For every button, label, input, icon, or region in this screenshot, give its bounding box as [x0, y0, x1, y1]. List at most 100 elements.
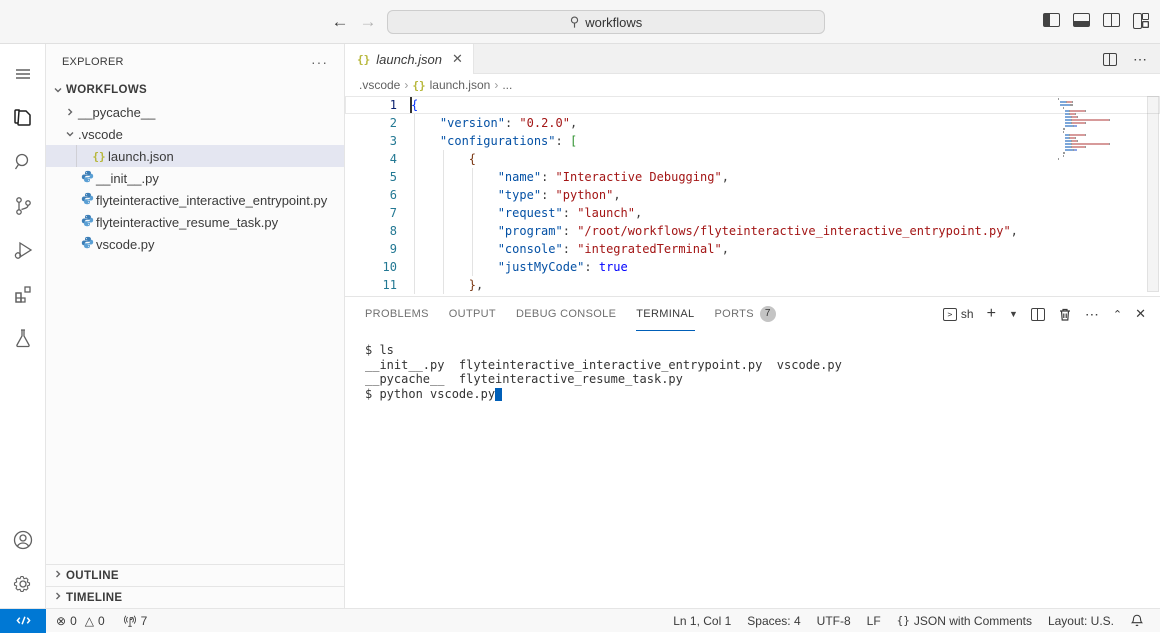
panel-tab-terminal[interactable]: TERMINAL: [636, 297, 694, 331]
tree-item-label: flyteinteractive_resume_task.py: [96, 215, 278, 230]
panel-tab-output[interactable]: OUTPUT: [449, 297, 496, 331]
ports-count: 7: [141, 614, 148, 628]
warnings-icon: △: [85, 614, 94, 628]
breadcrumb-label: ...: [502, 78, 512, 92]
tree-item-vscode-py[interactable]: vscode.py: [46, 233, 344, 255]
back-arrow-icon[interactable]: ←: [330, 12, 350, 32]
extensions-icon[interactable]: [0, 272, 46, 316]
maximize-panel-icon[interactable]: ⌃: [1113, 308, 1122, 321]
chevron-down-icon: [50, 83, 66, 98]
tab-strip: {} launch.json ✕ ⋯: [345, 44, 1160, 74]
customize-layout-icon[interactable]: [1133, 13, 1150, 27]
split-terminal-icon[interactable]: [1031, 308, 1045, 321]
tab-launch-json[interactable]: {} launch.json ✕: [345, 44, 474, 74]
warnings-count: 0: [98, 614, 105, 628]
code-line-5: 5 "name": "Interactive Debugging",: [345, 168, 1160, 186]
command-center-search[interactable]: ⚲ workflows: [387, 10, 825, 34]
code-line-4: 4 {: [345, 150, 1160, 168]
breadcrumb-label: .vscode: [359, 78, 400, 92]
tree-item--vscode[interactable]: .vscode: [46, 123, 344, 145]
ports-status[interactable]: 7: [117, 609, 154, 633]
json-file-icon: {}: [412, 79, 425, 92]
editor-content[interactable]: 1{2 "version": "0.2.0",3 "configurations…: [345, 96, 1160, 296]
chevron-right-icon: [62, 105, 78, 120]
status-label: JSON with Comments: [914, 614, 1032, 628]
toggle-secondary-sidebar-icon[interactable]: [1103, 13, 1120, 27]
status-lf[interactable]: LF: [859, 609, 889, 633]
activity-bar: [0, 44, 46, 608]
close-panel-icon[interactable]: ✕: [1135, 306, 1146, 322]
terminal-line: $ ls: [365, 343, 1160, 358]
tree-item-flyteinteractive-resume-task-py[interactable]: flyteinteractive_resume_task.py: [46, 211, 344, 233]
breadcrumb-item[interactable]: ...: [502, 78, 512, 92]
explorer-icon[interactable]: [0, 96, 46, 140]
code-line-2: 2 "version": "0.2.0",: [345, 114, 1160, 132]
line-number: 5: [345, 168, 397, 186]
tree-item-flyteinteractive-interactive-entrypoint-py[interactable]: flyteinteractive_interactive_entrypoint.…: [46, 189, 344, 211]
line-number: 11: [345, 276, 397, 294]
tree-item--pycache-[interactable]: __pycache__: [46, 101, 344, 123]
terminal-dropdown-chevron-icon[interactable]: ▼: [1009, 309, 1018, 319]
terminal-output[interactable]: $ ls__init__.py flyteinteractive_interac…: [345, 331, 1160, 401]
tree-item-label: launch.json: [108, 149, 174, 164]
python-file-icon: [78, 192, 96, 208]
tree-item--init-py[interactable]: __init__.py: [46, 167, 344, 189]
explorer-more-actions-icon[interactable]: ···: [311, 54, 328, 70]
tree-item-launch-json[interactable]: {}launch.json: [46, 145, 344, 167]
editor-cursor: [410, 97, 412, 113]
panel-tab-label: PROBLEMS: [365, 308, 429, 320]
menu-icon[interactable]: [0, 52, 46, 96]
breadcrumb-item[interactable]: .vscode: [359, 78, 400, 92]
kill-terminal-trash-icon[interactable]: [1058, 307, 1072, 322]
line-number: 2: [345, 114, 397, 132]
indent-guide: [472, 168, 473, 276]
line-number: 1: [345, 96, 397, 114]
source-control-icon[interactable]: [0, 184, 46, 228]
code-line-9: 9 "console": "integratedTerminal",: [345, 240, 1160, 258]
tab-close-icon[interactable]: ✕: [452, 51, 463, 67]
line-number: 7: [345, 204, 397, 222]
status-spaces-4[interactable]: Spaces: 4: [739, 609, 808, 633]
panel-more-actions-icon[interactable]: ⋯: [1085, 306, 1100, 323]
tree-item-label: __init__.py: [96, 171, 159, 186]
panel-tab-debug-console[interactable]: DEBUG CONSOLE: [516, 297, 616, 331]
sidebar-section-timeline[interactable]: TIMELINE: [46, 586, 344, 608]
bottom-panel: PROBLEMS OUTPUT DEBUG CONSOLE TERMINAL PORTS…: [345, 296, 1160, 608]
run-debug-icon[interactable]: [0, 228, 46, 272]
new-terminal-icon[interactable]: +: [987, 305, 996, 323]
notifications-bell[interactable]: [1122, 609, 1152, 633]
indent-guide: [443, 150, 444, 294]
panel-tab-label: PORTS: [715, 308, 754, 320]
panel-tab-ports[interactable]: PORTS7: [715, 297, 776, 331]
explorer-sidebar: EXPLORER ··· WORKFLOWS__pycache__.vscode…: [46, 44, 345, 608]
toggle-panel-icon[interactable]: [1073, 13, 1090, 27]
editor-more-actions-icon[interactable]: ⋯: [1133, 51, 1148, 68]
panel-tab-problems[interactable]: PROBLEMS: [365, 297, 429, 331]
problems-status[interactable]: ⊗ 0 △ 0: [50, 609, 111, 633]
testing-icon[interactable]: [0, 316, 46, 360]
search-view-icon[interactable]: [0, 140, 46, 184]
sidebar-section-outline[interactable]: OUTLINE: [46, 564, 344, 586]
python-file-icon: [78, 214, 96, 230]
status-utf-8[interactable]: UTF-8: [809, 609, 859, 633]
line-number: 10: [345, 258, 397, 276]
editor-scrollbar[interactable]: [1146, 96, 1160, 296]
minimap[interactable]: [1058, 98, 1146, 161]
account-icon[interactable]: [0, 518, 46, 562]
sidebar-bottom-sections: OUTLINETIMELINE: [46, 564, 344, 608]
remote-indicator[interactable]: [0, 609, 46, 633]
split-editor-icon[interactable]: [1103, 53, 1117, 66]
toggle-sidebar-icon[interactable]: [1043, 13, 1060, 27]
terminal-profile-button[interactable]: > sh: [943, 307, 974, 321]
forward-arrow-icon[interactable]: →: [358, 12, 378, 32]
tree-item-workflows[interactable]: WORKFLOWS: [46, 79, 344, 101]
status-ln-1-col-1[interactable]: Ln 1, Col 1: [665, 609, 739, 633]
terminal-icon: >: [943, 308, 957, 321]
status-json-with-comments[interactable]: {}JSON with Comments: [889, 609, 1040, 633]
terminal-line: $ python vscode.py: [365, 387, 1160, 402]
breadcrumb-item[interactable]: {}launch.json: [412, 78, 490, 92]
status-layout-u-s-[interactable]: Layout: U.S.: [1040, 609, 1122, 633]
settings-gear-icon[interactable]: [0, 562, 46, 606]
terminal-profile-label: sh: [961, 307, 974, 321]
chevron-right-icon: [50, 591, 66, 604]
